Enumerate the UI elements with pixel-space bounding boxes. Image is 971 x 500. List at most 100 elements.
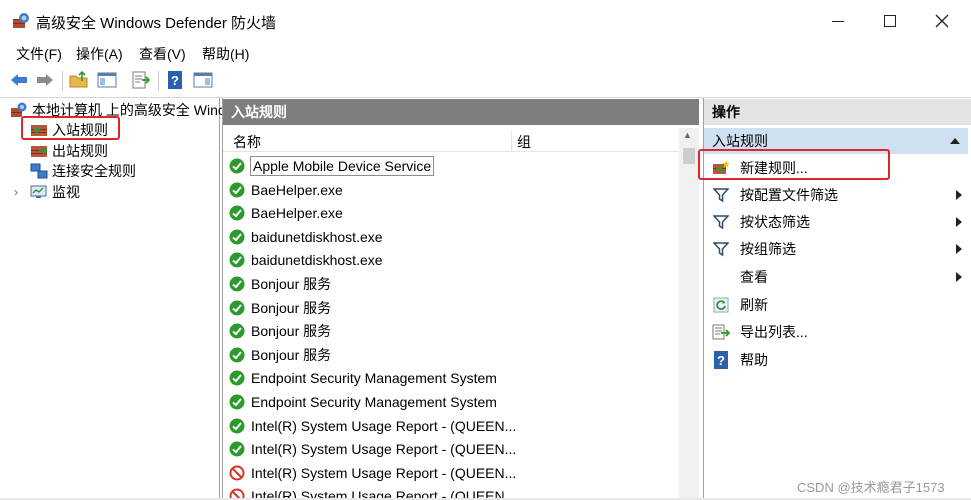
rule-row[interactable]: Endpoint Security Management System (229, 391, 679, 413)
close-button[interactable] (924, 8, 960, 34)
rule-name: Bonjour 服务 (251, 276, 332, 292)
menu-action[interactable]: 操作(A) (76, 44, 123, 64)
filter-icon (712, 241, 730, 257)
forward-arrow-icon (37, 74, 53, 86)
connection-security-icon (30, 163, 48, 179)
outbound-rules-icon (31, 146, 48, 157)
action-label: 按组筛选 (740, 241, 796, 257)
maximize-icon (884, 15, 896, 27)
expand-chevron-icon[interactable]: › (14, 185, 28, 199)
column-header-name[interactable]: 名称 (233, 132, 261, 152)
scrollbar-thumb[interactable] (683, 148, 695, 164)
rule-name: Apple Mobile Device Service (249, 156, 435, 176)
rule-name: Endpoint Security Management System (251, 394, 497, 410)
tree-item-monitor[interactable]: › 监视 (14, 182, 80, 202)
action-item[interactable]: 按配置文件筛选 (712, 183, 962, 207)
help-icon: ? (168, 71, 182, 89)
console-tree-icon (97, 72, 117, 88)
action-label: 导出列表... (740, 324, 808, 340)
refresh-icon (712, 297, 730, 313)
monitor-icon (30, 185, 47, 198)
rules-list-pane: 入站规则 名称 组 ▲ Apple Mobile Device Service B… (222, 98, 699, 500)
column-header-group[interactable]: 组 (517, 132, 531, 152)
title-bar: 高级安全 Windows Defender 防火墙 (0, 0, 971, 42)
submenu-arrow-icon (956, 217, 962, 227)
action-item[interactable]: 刷新 (712, 293, 962, 317)
enabled-check-icon (229, 394, 245, 410)
column-header-row: 名称 组 (223, 128, 679, 152)
show-tree-button[interactable] (96, 69, 118, 91)
rule-row[interactable]: Apple Mobile Device Service (229, 155, 679, 177)
rule-name: Bonjour 服务 (251, 323, 332, 340)
toolbar-separator (158, 71, 159, 91)
action-item[interactable]: 按组筛选 (712, 237, 962, 261)
action-pane-icon (193, 72, 213, 88)
actions-section-label: 入站规则 (712, 133, 768, 149)
rule-name: Bonjour 服务 (251, 299, 332, 316)
minimize-button[interactable] (820, 8, 856, 34)
back-button[interactable] (8, 69, 30, 91)
rule-name: BaeHelper.exe (251, 205, 343, 222)
column-separator[interactable] (511, 130, 512, 152)
rule-row[interactable]: Intel(R) System Usage Report - (QUEEN... (229, 462, 679, 484)
menu-help[interactable]: 帮助(H) (202, 44, 249, 64)
enabled-check-icon (229, 252, 245, 268)
rule-name: BaeHelper.exe (251, 181, 343, 198)
rule-name: Intel(R) System Usage Report - (QUEEN... (251, 441, 517, 458)
export-button[interactable] (130, 69, 152, 91)
enabled-check-icon (229, 347, 245, 363)
enabled-check-icon (229, 441, 245, 457)
rule-row[interactable]: Intel(R) System Usage Report - (QUEEN... (229, 438, 679, 460)
enabled-check-icon (229, 182, 245, 198)
svg-text:?: ? (717, 353, 725, 368)
enabled-check-icon (229, 158, 245, 174)
tree-item-connection-security-rules[interactable]: 连接安全规则 (30, 161, 136, 181)
highlight-box (21, 116, 120, 140)
export-list-icon (132, 71, 151, 89)
toolbar: ? (0, 66, 971, 96)
rule-row[interactable]: Bonjour 服务 (229, 273, 679, 295)
back-arrow-icon (11, 74, 27, 86)
enabled-check-icon (229, 370, 245, 386)
action-label: 按状态筛选 (740, 214, 810, 230)
tree-item-outbound-rules[interactable]: 出站规则 (30, 141, 108, 161)
action-item[interactable]: 按状态筛选 (712, 210, 962, 234)
forward-button[interactable] (34, 69, 56, 91)
rule-name: Intel(R) System Usage Report - (QUEEN... (251, 417, 517, 434)
help-toolbar-button[interactable]: ? (164, 69, 186, 91)
enabled-check-icon (229, 323, 245, 339)
enabled-check-icon (229, 300, 245, 316)
menu-view[interactable]: 查看(V) (139, 44, 186, 64)
rule-row[interactable]: Intel(R) System Usage Report - (QUEEN... (229, 415, 679, 437)
submenu-arrow-icon (956, 190, 962, 200)
minimize-icon (832, 20, 844, 22)
action-label: 查看 (740, 269, 768, 285)
actions-title: 操作 (704, 99, 971, 125)
action-item[interactable]: 导出列表... (712, 320, 962, 344)
action-item[interactable]: 查看 (712, 265, 962, 289)
folder-up-icon (69, 71, 88, 88)
close-icon (935, 14, 949, 28)
maximize-button[interactable] (872, 8, 908, 34)
toolbar-separator (62, 71, 63, 91)
pane-title: 入站规则 (223, 99, 699, 125)
action-label: 刷新 (740, 297, 768, 313)
rule-row[interactable]: Endpoint Security Management System (229, 367, 679, 389)
show-action-pane-button[interactable] (192, 69, 214, 91)
rule-row[interactable]: BaeHelper.exe (229, 179, 679, 201)
menu-file[interactable]: 文件(F) (16, 44, 62, 64)
window-title: 高级安全 Windows Defender 防火墙 (36, 15, 277, 32)
scroll-up-icon[interactable]: ▲ (683, 130, 692, 140)
collapse-triangle-icon[interactable] (950, 138, 960, 144)
vertical-scrollbar[interactable]: ▲ (679, 128, 699, 500)
rule-row[interactable]: baidunetdiskhost.exe (229, 249, 679, 271)
action-item[interactable]: ? 帮助 (712, 348, 962, 372)
up-folder-button[interactable] (68, 69, 90, 91)
rule-row[interactable]: Bonjour 服务 (229, 297, 679, 319)
filter-icon (712, 214, 730, 230)
rule-row[interactable]: Bonjour 服务 (229, 344, 679, 366)
rule-row[interactable]: Bonjour 服务 (229, 320, 679, 342)
rule-row[interactable]: baidunetdiskhost.exe (229, 226, 679, 248)
rule-name: baidunetdiskhost.exe (251, 228, 383, 245)
rule-row[interactable]: BaeHelper.exe (229, 202, 679, 224)
